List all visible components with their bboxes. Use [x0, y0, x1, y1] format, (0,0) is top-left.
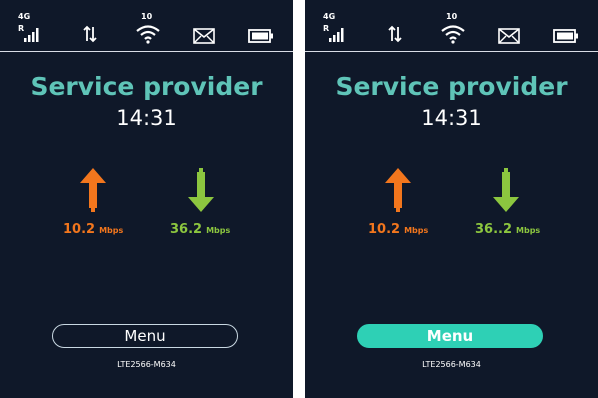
- upload-speed: 10.2 Mbps: [63, 218, 123, 237]
- download-speed: 36..2 Mbps: [475, 218, 540, 237]
- svg-text:R: R: [18, 24, 24, 33]
- upload-arrow-icon: [80, 168, 106, 212]
- up-down-arrows-icon: [388, 25, 402, 43]
- signal-bars-icon: R: [323, 24, 344, 42]
- device-screen-left: 4G R 10 Service provider 14:31 10.2 Mbps…: [0, 0, 293, 398]
- status-divider: [0, 51, 293, 52]
- menu-button[interactable]: Menu: [52, 324, 238, 348]
- battery-icon: [248, 29, 273, 43]
- network-type-label: 4G: [18, 12, 31, 21]
- download-arrow-icon: [493, 168, 519, 212]
- download-arrow-icon: [188, 168, 214, 212]
- clock-time: 14:31: [421, 106, 482, 130]
- upload-speed: 10.2 Mbps: [368, 218, 428, 237]
- device-screen-right: 4G R 10 Service provider 14:31 10.2 Mbps…: [305, 0, 598, 398]
- download-speed-unit: Mbps: [206, 226, 231, 235]
- wifi-icon: [441, 25, 465, 44]
- wifi-indicator: 10: [440, 12, 466, 46]
- device-model: LTE2566-M634: [117, 360, 176, 369]
- upload-speed-unit: Mbps: [404, 226, 429, 235]
- wifi-indicator: 10: [135, 12, 161, 46]
- wifi-clients-count: 10: [141, 12, 153, 21]
- upload-speed-unit: Mbps: [99, 226, 124, 235]
- clock-time: 14:31: [116, 106, 177, 130]
- upload-speed-value: 10.2: [63, 222, 96, 237]
- wifi-icon: [136, 25, 160, 44]
- service-provider-title: Service provider: [30, 72, 263, 101]
- status-divider: [305, 51, 598, 52]
- download-speed-unit: Mbps: [516, 226, 541, 235]
- svg-text:R: R: [323, 24, 329, 33]
- network-indicator: 4G R: [18, 12, 44, 46]
- status-bar: 4G R 10: [0, 0, 293, 52]
- network-indicator: 4G R: [323, 12, 349, 46]
- upload-arrow-icon: [385, 168, 411, 212]
- up-down-arrows-icon: [83, 25, 97, 43]
- service-provider-title: Service provider: [335, 72, 568, 101]
- battery-icon: [553, 29, 578, 43]
- menu-button[interactable]: Menu: [357, 324, 543, 348]
- download-speed-value: 36..2: [475, 222, 513, 237]
- network-type-label: 4G: [323, 12, 336, 21]
- download-speed-value: 36.2: [170, 222, 203, 237]
- device-model: LTE2566-M634: [422, 360, 481, 369]
- download-speed: 36.2 Mbps: [170, 218, 230, 237]
- status-bar: 4G R 10: [305, 0, 598, 52]
- envelope-icon: [193, 28, 215, 44]
- wifi-clients-count: 10: [446, 12, 458, 21]
- signal-bars-icon: R: [18, 24, 39, 42]
- envelope-icon: [498, 28, 520, 44]
- upload-speed-value: 10.2: [368, 222, 401, 237]
